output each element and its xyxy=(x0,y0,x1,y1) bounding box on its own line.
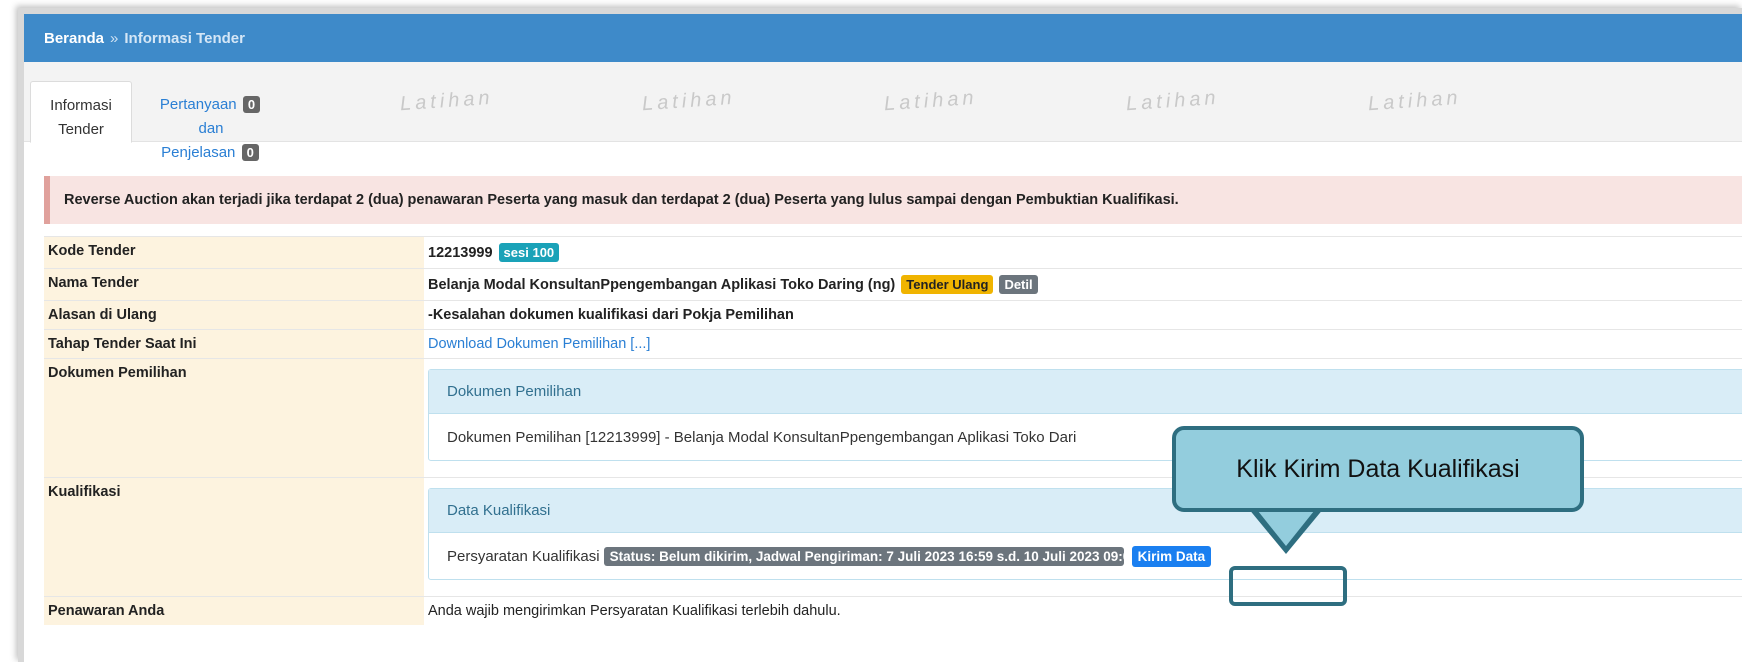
tab-bar: Informasi Tender Pertanyaan 0 dan Penjel… xyxy=(24,62,1742,161)
kirim-data-button[interactable]: Kirim Data xyxy=(1131,545,1212,567)
kirim-data-highlight xyxy=(1229,566,1347,606)
tab-qa-label2: dan xyxy=(198,120,224,137)
watermark: Latihan xyxy=(883,86,979,116)
tab-informasi-line1: Informasi xyxy=(50,97,112,114)
breadcrumb-separator: » xyxy=(110,29,119,47)
tab-qa-label1: Pertanyaan xyxy=(159,96,237,113)
sesi-badge: sesi 100 xyxy=(498,243,560,262)
row-label: Penawaran Anda xyxy=(44,597,424,625)
tab-informasi-line2: Tender xyxy=(58,121,104,138)
alasan-value: -Kesalahan dokumen kualifikasi dari Pokj… xyxy=(428,307,794,323)
watermark: Latihan xyxy=(641,86,737,116)
status-badge: Status: Belum dikirim, Jadwal Pengiriman… xyxy=(603,546,1124,566)
table-row: Alasan di Ulang -Kesalahan dokumen kuali… xyxy=(44,300,1742,329)
question-count-badge: 0 xyxy=(242,96,261,113)
tab-informasi-tender[interactable]: Informasi Tender xyxy=(30,81,132,143)
row-label: Nama Tender xyxy=(44,269,424,300)
panel-body: Persyaratan Kualifikasi Status: Belum di… xyxy=(429,533,1742,579)
watermark: Latihan xyxy=(399,86,495,116)
table-row: Tahap Tender Saat Ini Download Dokumen P… xyxy=(44,329,1742,358)
watermark: Latihan xyxy=(1367,86,1463,116)
nama-tender-value: Belanja Modal KonsultanPpengembangan Apl… xyxy=(428,277,896,293)
row-label: Kualifikasi xyxy=(44,478,424,596)
kode-tender-value: 12213999 xyxy=(428,245,493,261)
detil-button[interactable]: Detil xyxy=(999,275,1038,294)
reverse-auction-alert: Reverse Auction akan terjadi jika terdap… xyxy=(44,176,1742,224)
panel-title: Dokumen Pemilihan xyxy=(429,370,1742,414)
callout-tail xyxy=(1254,506,1318,546)
tab-qa-label3: Penjelasan xyxy=(161,144,236,161)
table-row: Nama Tender Belanja Modal KonsultanPpeng… xyxy=(44,268,1742,300)
watermark: Latihan xyxy=(1125,86,1221,116)
table-row: Kode Tender 12213999 sesi 100 xyxy=(44,236,1742,268)
row-label: Tahap Tender Saat Ini xyxy=(44,330,424,358)
row-value: 12213999 sesi 100 xyxy=(424,237,1742,268)
breadcrumb-home-link[interactable]: Beranda xyxy=(44,30,104,47)
tab-pertanyaan-penjelasan[interactable]: Pertanyaan 0 dan Penjelasan 0 xyxy=(136,81,286,161)
row-value: Belanja Modal KonsultanPpengembangan Apl… xyxy=(424,269,1742,300)
persyaratan-label: Persyaratan Kualifikasi xyxy=(447,547,600,565)
row-label: Alasan di Ulang xyxy=(44,301,424,329)
answer-count-badge: 0 xyxy=(241,144,259,161)
table-row: Penawaran Anda Anda wajib mengirimkan Pe… xyxy=(44,596,1742,625)
breadcrumb-current: Informasi Tender xyxy=(124,29,245,47)
row-label: Kode Tender xyxy=(44,237,424,268)
breadcrumb: Beranda » Informasi Tender xyxy=(24,14,1742,62)
row-value: Download Dokumen Pemilihan [...] xyxy=(424,330,1742,358)
instruction-callout: Klik Kirim Data Kualifikasi xyxy=(1172,426,1584,512)
app-frame: Beranda » Informasi Tender Informasi Ten… xyxy=(18,8,1742,662)
download-dokumen-link[interactable]: Download Dokumen Pemilihan [...] xyxy=(428,336,650,352)
penawaran-value: Anda wajib mengirimkan Persyaratan Kuali… xyxy=(428,603,841,619)
tender-ulang-badge: Tender Ulang xyxy=(901,275,994,294)
row-label: Dokumen Pemilihan xyxy=(44,359,424,477)
